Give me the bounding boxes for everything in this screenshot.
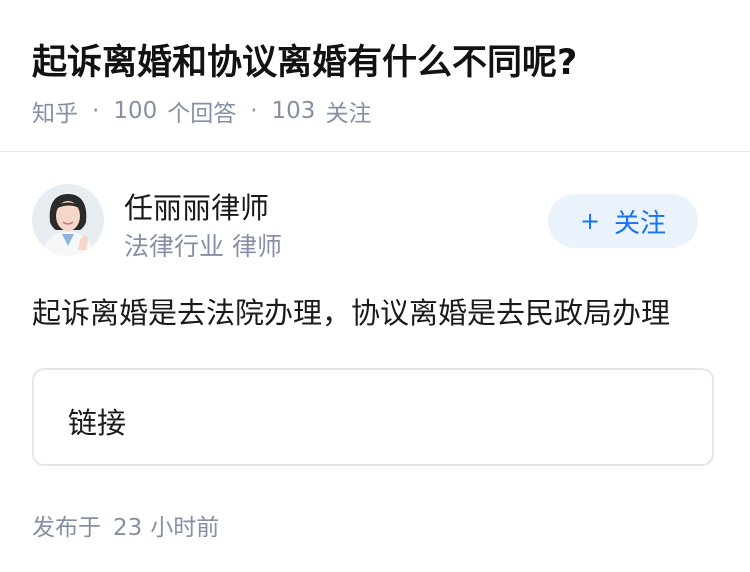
answer-count: 100 — [113, 98, 158, 124]
publish-time: 发布于 23 小时前 — [32, 508, 219, 542]
publish-unit: 小时前 — [150, 515, 220, 541]
avatar-image — [32, 184, 104, 256]
meta-separator: · — [250, 98, 258, 124]
answer-count-label: 个回答 — [167, 101, 237, 127]
follower-count: 103 — [271, 98, 316, 124]
publish-value: 23 — [113, 515, 143, 541]
follow-button[interactable]: + 关注 — [548, 194, 698, 248]
publish-prefix: 发布于 — [32, 515, 101, 541]
section-divider — [0, 151, 750, 152]
link-card[interactable]: 链接 — [32, 368, 714, 466]
meta-separator: · — [92, 98, 100, 124]
link-card-label: 链接 — [68, 406, 127, 440]
answer-content: 起诉离婚是去法院办理，协议离婚是去民政局办理 — [32, 296, 671, 330]
question-title[interactable]: 起诉离婚和协议离婚有什么不同呢? — [32, 34, 577, 85]
follower-count-label: 关注 — [325, 101, 372, 127]
author-headline: 法律行业 律师 — [124, 232, 282, 261]
follow-button-label: 关注 — [614, 208, 667, 239]
plus-icon: + — [579, 207, 601, 235]
source-label[interactable]: 知乎 — [32, 94, 78, 128]
question-meta: 知乎 · 100 个回答 · 103 关注 — [32, 94, 371, 128]
avatar[interactable] — [32, 184, 104, 256]
author-name[interactable]: 任丽丽律师 — [124, 185, 269, 227]
